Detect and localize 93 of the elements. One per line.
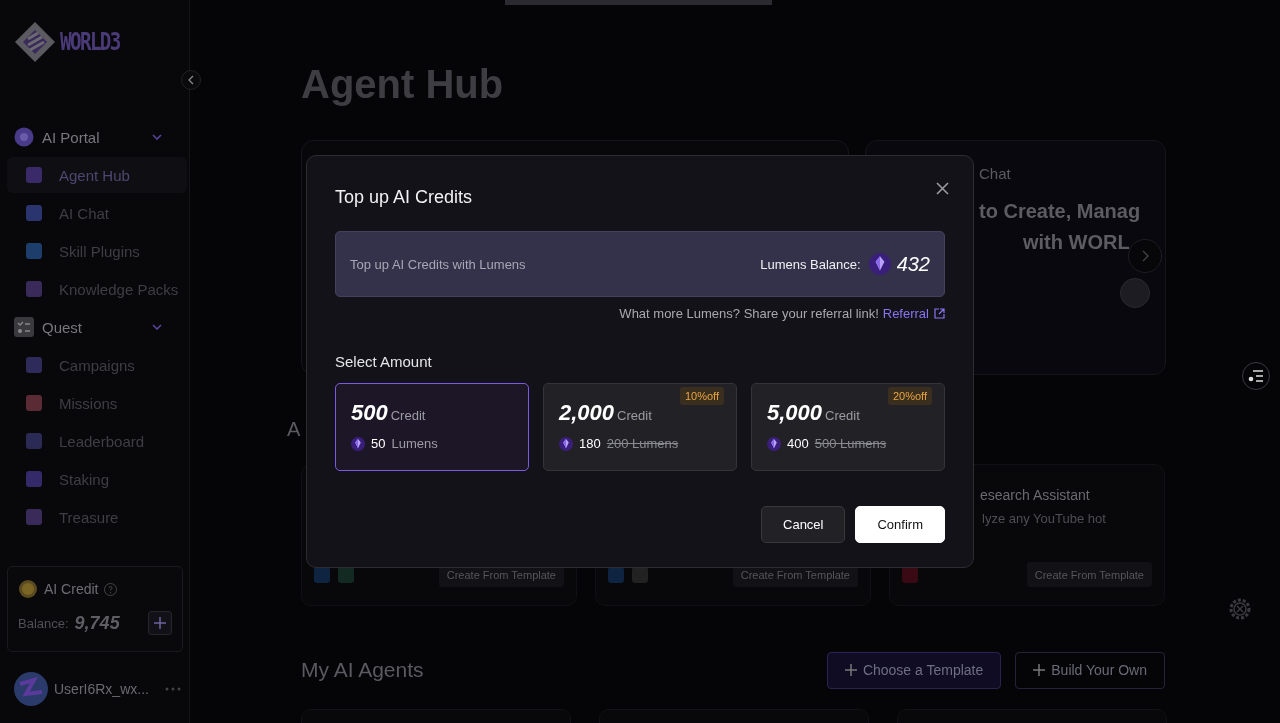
credit-amount: 500 — [351, 400, 388, 426]
nav-icon — [26, 433, 42, 449]
external-link-icon — [934, 308, 945, 319]
nav-icon — [26, 243, 42, 259]
crystal-icon — [868, 253, 891, 275]
nav-icon — [26, 281, 42, 297]
section-heading: A — [287, 418, 301, 442]
template-title: esearch Assistant — [980, 487, 1090, 503]
create-from-template-button[interactable]: Create From Template — [1026, 562, 1152, 587]
section-label: Quest — [42, 318, 84, 336]
plus-icon — [1033, 664, 1046, 676]
nav-icon — [26, 471, 42, 487]
help-icon[interactable] — [104, 582, 118, 596]
close-icon — [936, 181, 949, 195]
ai-badge-icon — [14, 127, 34, 147]
original-price: 200 Lumens — [606, 436, 679, 451]
user-name: UserI6Rx_wx... — [54, 681, 149, 697]
credit-amount: 2,000 — [559, 400, 615, 426]
crystal-icon — [559, 436, 573, 451]
section-header[interactable]: Quest — [0, 308, 189, 346]
section-header[interactable]: AI Portal — [0, 118, 189, 156]
chevron-icon — [152, 134, 162, 140]
chevron-left-icon — [187, 75, 195, 85]
chevron-icon — [152, 324, 162, 330]
build-button[interactable]: Build Your Own — [1015, 651, 1165, 689]
cancel-button[interactable]: Cancel — [761, 506, 846, 543]
panel-text: Top up AI Credits with Lumens — [350, 256, 527, 272]
add-credit-button[interactable] — [148, 611, 172, 635]
referral-text: What more Lumens? Share your referral link! — [619, 306, 879, 321]
amount-option[interactable]: 5,000 Credit 400 500 Lumens 20%off — [751, 383, 945, 471]
nav-icon — [26, 509, 42, 525]
nav-item[interactable]: Treasure — [7, 499, 187, 535]
checklist-icon — [14, 317, 34, 337]
logo-text: WORLD3 — [60, 28, 120, 56]
banner-headline: to Create, Manag — [979, 200, 1141, 223]
confirm-button[interactable]: Confirm — [855, 506, 945, 543]
credit-title: AI Credit — [44, 581, 99, 597]
price: 50 — [371, 436, 386, 451]
nav-icon — [26, 167, 42, 183]
discount-badge: 20%off — [887, 387, 932, 405]
discount-badge: 10%off — [679, 387, 724, 405]
credit-unit: Credit — [390, 408, 426, 423]
list-icon — [1248, 370, 1264, 382]
balance-label: Lumens Balance: — [760, 256, 861, 272]
section-label: Select Amount — [335, 353, 433, 370]
nav-item[interactable]: Knowledge Packs — [7, 271, 187, 307]
amount-option[interactable]: 2,000 Credit 180 200 Lumens 10%off — [543, 383, 737, 471]
amount-option[interactable]: 500 Credit 50 Lumens — [335, 383, 529, 471]
price-unit: Lumens — [391, 436, 438, 451]
banner-tag: Chat — [979, 165, 1011, 182]
nav-item[interactable]: AI Chat — [7, 195, 187, 231]
close-button[interactable] — [936, 181, 949, 195]
logo-icon — [14, 21, 56, 63]
template-description: lyze any YouTube hot — [982, 511, 1106, 526]
credit-unit: Credit — [617, 408, 652, 423]
nav-item[interactable]: Campaigns — [7, 347, 187, 383]
modal-title: Top up AI Credits — [335, 186, 473, 208]
page-title: Agent Hub — [301, 62, 505, 108]
balance-value: 9,745 — [74, 612, 121, 634]
plus-icon — [154, 617, 166, 629]
section-label: AI Portal — [42, 128, 101, 146]
price: 400 — [787, 436, 809, 451]
settings-icon[interactable] — [1228, 597, 1252, 621]
banner-headline: with WORL — [1023, 231, 1130, 254]
filter-button[interactable] — [1242, 362, 1270, 390]
section-title: My AI Agents — [301, 658, 425, 682]
referral-link[interactable]: Referral — [882, 306, 945, 321]
credit-unit: Credit — [825, 408, 860, 423]
avatar[interactable] — [14, 672, 48, 706]
collapse-button[interactable] — [181, 70, 201, 90]
next-slide-button[interactable] — [1128, 239, 1162, 273]
crystal-icon — [351, 436, 365, 451]
crystal-icon — [767, 436, 781, 451]
chevron-right-icon — [1141, 250, 1149, 262]
nav-icon — [26, 395, 42, 411]
nav-item[interactable]: Agent Hub — [7, 157, 187, 193]
balance-value: 432 — [896, 252, 930, 276]
play-button[interactable] — [1120, 278, 1150, 308]
nav-item[interactable]: Skill Plugins — [7, 233, 187, 269]
balance-label: Balance: — [18, 615, 69, 631]
more-button[interactable] — [164, 687, 181, 691]
nav-icon — [26, 357, 42, 373]
nav-item[interactable]: Staking — [7, 461, 187, 497]
nav-item[interactable]: Leaderboard — [7, 423, 187, 459]
original-price: 500 Lumens — [814, 436, 887, 451]
nav-icon — [26, 205, 42, 221]
coin-icon — [18, 579, 38, 599]
more-icon — [164, 687, 181, 691]
price: 180 — [579, 436, 601, 451]
choose-template-button[interactable]: Choose a Template — [826, 651, 1002, 689]
credit-amount: 5,000 — [767, 400, 823, 426]
nav-item[interactable]: Missions — [7, 385, 187, 421]
plus-icon — [844, 664, 857, 676]
